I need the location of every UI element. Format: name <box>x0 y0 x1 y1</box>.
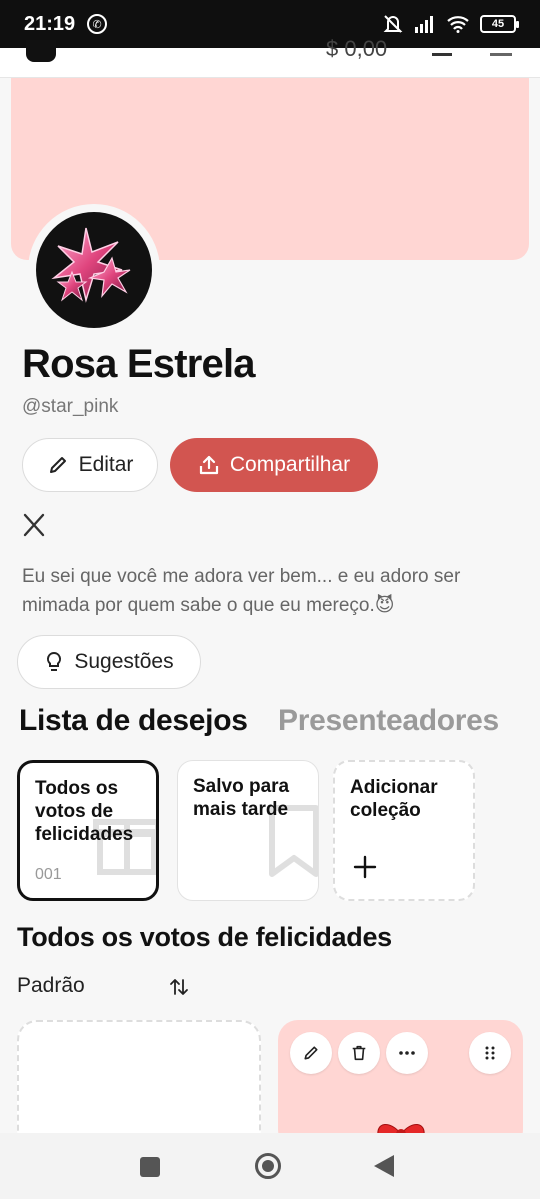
edit-item-button[interactable] <box>290 1032 332 1074</box>
x-social-icon[interactable] <box>22 512 46 538</box>
recents-button[interactable] <box>140 1157 160 1177</box>
section-title: Todos os votos de felicidades <box>17 922 392 952</box>
wish-item-card-empty[interactable] <box>17 1020 261 1150</box>
suggestions-button[interactable]: Sugestões <box>17 635 201 689</box>
collection-card-all-wishes[interactable]: Todos os votos de felicidades 001 <box>17 760 159 901</box>
collection-title: Todos os votos de felicidades <box>35 778 134 845</box>
collection-title: Adicionar coleção <box>350 777 438 821</box>
wifi-icon <box>447 16 469 33</box>
profile-bio: Eu sei que você me adora ver bem... e eu… <box>22 566 461 616</box>
collection-title: Salvo para mais tarde <box>193 776 290 820</box>
status-bar: 21:19 ✆ 45 <box>0 0 540 48</box>
pencil-icon <box>49 457 66 473</box>
share-icon <box>199 455 218 475</box>
header-balance[interactable]: $ 0,00 <box>326 36 387 62</box>
wish-item-card[interactable] <box>278 1020 523 1150</box>
avatar[interactable] <box>36 212 152 328</box>
share-button[interactable]: Compartilhar <box>170 438 378 492</box>
lightbulb-icon <box>47 651 62 671</box>
menu-icon[interactable] <box>490 42 512 56</box>
star-avatar-image <box>51 227 131 303</box>
delete-item-button[interactable] <box>338 1032 380 1074</box>
app-logo[interactable] <box>26 40 56 62</box>
collection-card-saved[interactable]: Salvo para mais tarde <box>177 760 319 901</box>
tab-gifters[interactable]: Presenteadores <box>278 704 499 738</box>
drag-handle-button[interactable] <box>469 1032 511 1074</box>
sort-label[interactable]: Padrão <box>17 974 85 998</box>
home-button[interactable] <box>255 1153 281 1179</box>
more-icon <box>399 1051 415 1055</box>
system-nav-bar <box>0 1133 540 1199</box>
edit-button-label: Editar <box>78 453 134 476</box>
tab-wishlist[interactable]: Lista de desejos <box>19 704 248 738</box>
battery-indicator: 45 <box>480 15 519 33</box>
add-collection-card[interactable]: Adicionar coleção <box>333 760 475 901</box>
pencil-icon <box>304 1046 318 1060</box>
signal-icon <box>415 16 433 33</box>
back-button[interactable] <box>374 1155 394 1177</box>
mute-icon <box>383 15 403 33</box>
sort-icon[interactable] <box>168 976 190 998</box>
share-button-label: Compartilhar <box>229 453 351 476</box>
app-header: $ 0,00 <box>0 36 540 78</box>
suggestions-button-label: Sugestões <box>74 650 174 673</box>
cart-icon[interactable] <box>432 40 452 56</box>
profile-handle: @star_pink <box>22 396 119 417</box>
trash-icon <box>352 1045 366 1061</box>
status-time: 21:19 <box>24 12 76 35</box>
edit-button[interactable]: Editar <box>22 438 158 492</box>
whatsapp-icon: ✆ <box>87 14 108 34</box>
profile-name: Rosa Estrela <box>22 342 256 386</box>
status-icons: 45 <box>382 13 519 35</box>
collection-count: 001 <box>35 866 62 883</box>
drag-handle-icon <box>485 1046 495 1060</box>
more-options-button[interactable] <box>386 1032 428 1074</box>
plus-icon <box>353 855 377 879</box>
